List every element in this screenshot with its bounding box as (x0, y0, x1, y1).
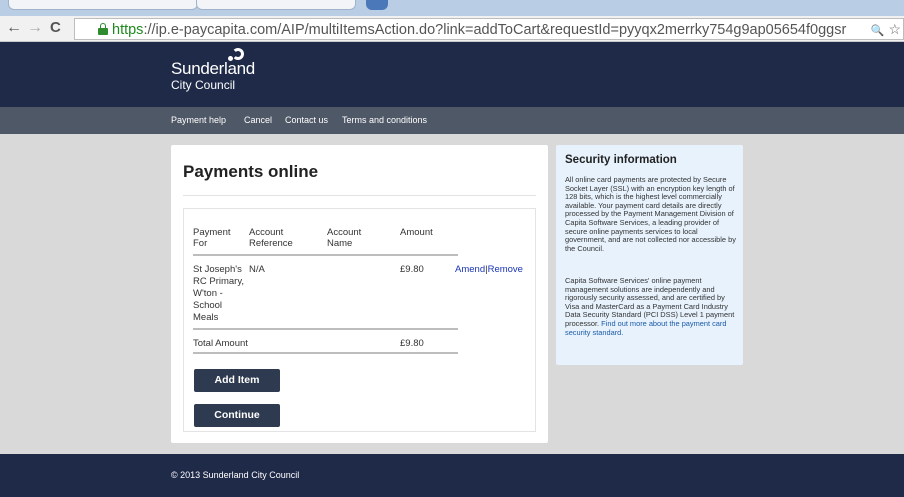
star-icon[interactable]: ☆ (888, 21, 901, 37)
divider (183, 195, 536, 196)
security-paragraph-2: Capita Software Services' online payment… (565, 276, 739, 337)
security-info-panel: Security information All online card pay… (556, 145, 743, 365)
back-button[interactable]: ← (6, 19, 22, 37)
address-bar-icons: 🔍 ☆ (871, 21, 901, 38)
reload-button[interactable]: C (50, 19, 61, 37)
nav-payment-help[interactable]: Payment help (171, 115, 226, 125)
copyright-text: © 2013 Sunderland City Council (171, 470, 300, 480)
column-header-payment-for: Payment For (193, 227, 231, 249)
row-actions: Amend|Remove (455, 264, 523, 275)
browser-toolbar: ← → C https://ip.e-paycapita.com/AIP/mul… (0, 16, 904, 42)
browser-tab[interactable] (8, 0, 198, 10)
nav-cancel[interactable]: Cancel (244, 115, 272, 125)
site-footer: © 2013 Sunderland City Council (0, 454, 904, 497)
browser-tab[interactable] (196, 0, 356, 10)
lock-icon (98, 23, 108, 35)
total-value: £9.80 (400, 338, 424, 349)
add-item-button[interactable]: Add Item (194, 369, 280, 392)
nav-terms[interactable]: Terms and conditions (342, 115, 427, 125)
remove-link[interactable]: Remove (488, 264, 523, 275)
browser-tab-active[interactable] (366, 0, 388, 10)
url-path: ://ip.e-paycapita.com/AIP/multiItemsActi… (143, 22, 847, 38)
site-header: Sunderland City Council (0, 42, 904, 107)
column-header-amount: Amount (400, 227, 433, 238)
url-protocol: https (112, 22, 144, 38)
cell-amount: £9.80 (400, 264, 424, 275)
nav-contact-us[interactable]: Contact us (285, 115, 328, 125)
header-divider (193, 254, 458, 256)
browser-tabstrip (0, 0, 904, 16)
security-title: Security information (565, 154, 677, 166)
url-text[interactable]: https://ip.e-paycapita.com/AIP/multiItem… (112, 21, 872, 39)
column-header-account-reference: Account Reference (249, 227, 293, 249)
site-nav: Payment help Cancel Contact us Terms and… (0, 107, 904, 134)
cell-account-reference: N/A (249, 264, 265, 275)
address-bar[interactable]: https://ip.e-paycapita.com/AIP/multiItem… (74, 18, 904, 40)
forward-button[interactable]: → (27, 19, 43, 37)
column-header-account-name: Account Name (327, 227, 362, 249)
continue-button[interactable]: Continue (194, 404, 280, 427)
cell-payment-for: St Joseph's RC Primary, W'ton - School M… (193, 264, 245, 323)
brand-name[interactable]: Sunderland (171, 60, 255, 78)
row-divider (193, 328, 458, 330)
total-label: Total Amount (193, 338, 248, 349)
amend-link[interactable]: Amend (455, 264, 485, 275)
page-title: Payments online (183, 162, 319, 181)
total-divider (193, 352, 458, 354)
security-paragraph-1: All online card payments are protected b… (565, 175, 736, 253)
search-icon[interactable]: 🔍 (871, 25, 885, 37)
brand-subtitle[interactable]: City Council (171, 79, 235, 92)
